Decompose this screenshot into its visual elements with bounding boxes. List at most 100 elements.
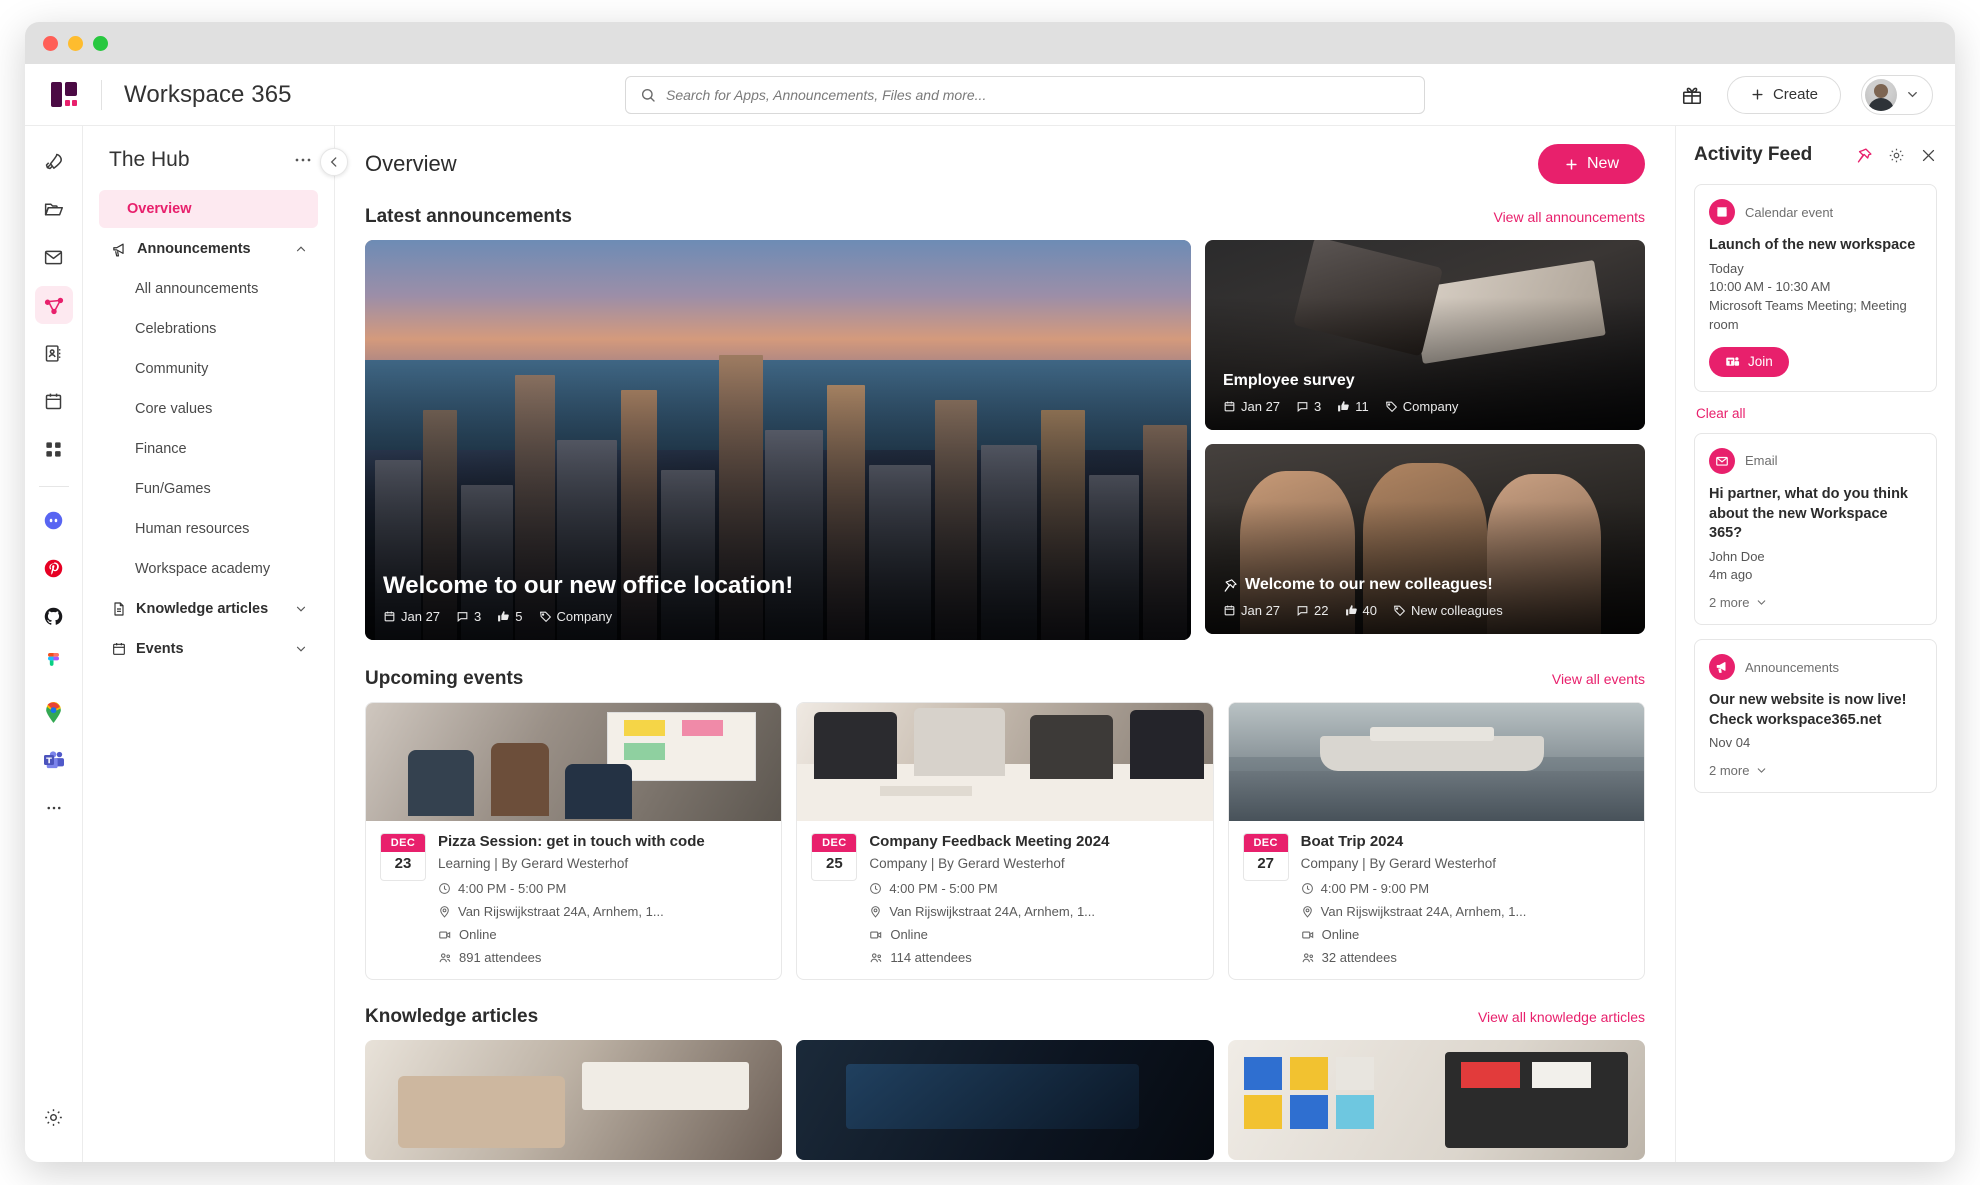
github-icon bbox=[43, 606, 64, 627]
rail-item-mail[interactable] bbox=[35, 238, 73, 276]
rail-app-figma[interactable] bbox=[35, 645, 73, 683]
sidebar-item-fun-games[interactable]: Fun/Games bbox=[99, 470, 318, 508]
rail-app-teams[interactable] bbox=[35, 741, 73, 779]
activity-card-calendar-event[interactable]: Calendar event Launch of the new workspa… bbox=[1694, 184, 1937, 392]
main-header: Overview New bbox=[365, 144, 1645, 184]
rail-more-button[interactable] bbox=[35, 789, 73, 827]
sidebar-item-label: Announcements bbox=[137, 241, 251, 257]
knowledge-card[interactable] bbox=[796, 1040, 1214, 1160]
sidebar-item-celebrations[interactable]: Celebrations bbox=[99, 310, 318, 348]
brand-divider bbox=[101, 79, 102, 110]
meta-date: Jan 27 bbox=[1223, 399, 1280, 414]
chevron-down-icon bbox=[294, 642, 308, 656]
event-time: 4:00 PM - 9:00 PM bbox=[1301, 881, 1630, 896]
activity-feed-title: Activity Feed bbox=[1694, 144, 1813, 165]
sidebar-item-community[interactable]: Community bbox=[99, 350, 318, 388]
event-month: DEC bbox=[1243, 834, 1288, 852]
window-maximize-button[interactable] bbox=[93, 35, 108, 51]
event-card[interactable]: DEC 25 Company Feedback Meeting 2024 Com… bbox=[796, 702, 1214, 980]
event-image bbox=[1228, 703, 1644, 821]
rail-item-apps[interactable] bbox=[35, 430, 73, 468]
close-icon[interactable] bbox=[1920, 147, 1937, 164]
new-button-label: New bbox=[1586, 155, 1619, 172]
activity-feed-actions bbox=[1856, 147, 1937, 164]
sidebar-item-knowledge-articles[interactable]: Knowledge articles bbox=[99, 590, 318, 628]
hub-menu-button[interactable] bbox=[294, 157, 312, 163]
sidebar-item-human-resources[interactable]: Human resources bbox=[99, 510, 318, 548]
rail-item-contacts[interactable] bbox=[35, 334, 73, 372]
search-input[interactable] bbox=[665, 86, 1410, 103]
clear-all-link[interactable]: Clear all bbox=[1696, 406, 1937, 421]
google-maps-icon bbox=[44, 701, 63, 723]
event-mode-label: Online bbox=[459, 927, 497, 942]
activity-card-title: Hi partner, what do you think about the … bbox=[1709, 485, 1908, 542]
rail-item-calendar[interactable] bbox=[35, 382, 73, 420]
announcement-card[interactable]: Employee survey Jan 27 3 11 Company bbox=[1205, 240, 1645, 430]
sidebar-item-overview[interactable]: Overview bbox=[99, 190, 318, 228]
comment-icon bbox=[1296, 400, 1309, 413]
event-date-badge: DEC 23 bbox=[380, 833, 426, 881]
chevron-left-icon bbox=[327, 155, 341, 169]
sidebar-item-finance[interactable]: Finance bbox=[99, 430, 318, 468]
search-box[interactable] bbox=[624, 75, 1425, 114]
meta-comments: 3 bbox=[456, 609, 481, 624]
show-more-toggle[interactable]: 2 more bbox=[1709, 595, 1922, 610]
event-time-label: 4:00 PM - 5:00 PM bbox=[458, 881, 567, 896]
create-button[interactable]: Create bbox=[1726, 75, 1841, 114]
hero-card-text: Welcome to our new office location! Jan … bbox=[383, 572, 1173, 624]
pin-icon[interactable] bbox=[1856, 147, 1873, 164]
window-close-button[interactable] bbox=[43, 35, 58, 51]
event-card[interactable]: DEC 27 Boat Trip 2024 Company | By Gerar… bbox=[1227, 702, 1645, 980]
sidebar-item-core-values[interactable]: Core values bbox=[99, 390, 318, 428]
view-all-knowledge-link[interactable]: View all knowledge articles bbox=[1478, 1009, 1645, 1025]
event-location: Van Rijswijkstraat 24A, Arnhem, 1... bbox=[1301, 904, 1630, 919]
event-subtitle: Company | By Gerard Westerhof bbox=[869, 856, 1065, 871]
gift-icon[interactable] bbox=[1677, 80, 1707, 110]
rail-app-github[interactable] bbox=[35, 597, 73, 635]
knowledge-card[interactable] bbox=[1227, 1040, 1645, 1160]
meta-likes-count: 40 bbox=[1362, 603, 1377, 618]
sidebar-item-all-announcements[interactable]: All announcements bbox=[99, 270, 318, 308]
announcement-hero-card[interactable]: Welcome to our new office location! Jan … bbox=[365, 240, 1191, 640]
view-all-announcements-link[interactable]: View all announcements bbox=[1493, 209, 1645, 225]
rail-item-social[interactable] bbox=[34, 286, 73, 324]
activity-card-line2: 4m ago bbox=[1709, 567, 1753, 583]
rail-app-discord[interactable] bbox=[35, 501, 73, 539]
event-body: DEC 27 Boat Trip 2024 Company | By Gerar… bbox=[1229, 821, 1644, 979]
location-pin-icon bbox=[438, 905, 451, 918]
activity-feed-header: Activity Feed bbox=[1694, 144, 1937, 166]
sidebar-item-workspace-academy[interactable]: Workspace academy bbox=[99, 550, 318, 588]
sidebar-item-events[interactable]: Events bbox=[99, 630, 318, 668]
activity-card-email[interactable]: Email Hi partner, what do you think abou… bbox=[1694, 432, 1937, 626]
rail-settings-button[interactable] bbox=[35, 1098, 73, 1136]
user-menu-button[interactable] bbox=[1861, 74, 1933, 115]
event-body: DEC 23 Pizza Session: get in touch with … bbox=[366, 821, 781, 979]
event-card[interactable]: DEC 23 Pizza Session: get in touch with … bbox=[365, 702, 783, 980]
meta-tag-label: Company bbox=[1402, 399, 1459, 414]
join-meeting-button[interactable]: Join bbox=[1709, 346, 1789, 377]
rail-app-pinterest[interactable] bbox=[35, 549, 73, 587]
show-more-toggle[interactable]: 2 more bbox=[1709, 763, 1922, 778]
announcement-card[interactable]: Welcome to our new colleagues! Jan 27 22… bbox=[1205, 444, 1645, 634]
sidebar-item-announcements[interactable]: Announcements bbox=[99, 230, 318, 268]
new-button[interactable]: New bbox=[1537, 144, 1645, 184]
gear-icon[interactable] bbox=[1888, 147, 1905, 164]
rail-item-rocket[interactable] bbox=[35, 142, 73, 180]
sidebar-item-label: Workspace academy bbox=[135, 561, 271, 577]
apps-grid-icon bbox=[44, 440, 63, 459]
workspace-logo-icon bbox=[51, 81, 79, 109]
view-all-events-link[interactable]: View all events bbox=[1552, 671, 1645, 687]
event-location-label: Van Rijswijkstraat 24A, Arnhem, 1... bbox=[1320, 904, 1527, 919]
activity-card-line1: Today bbox=[1709, 260, 1744, 276]
knowledge-card[interactable] bbox=[365, 1040, 783, 1160]
rail-app-google-maps[interactable] bbox=[35, 693, 73, 731]
window-minimize-button[interactable] bbox=[68, 35, 83, 51]
activity-card-header: Email bbox=[1709, 447, 1922, 474]
activity-card-announcements[interactable]: Announcements Our new website is now liv… bbox=[1694, 639, 1937, 794]
sidebar-item-label: Celebrations bbox=[135, 321, 217, 337]
search-area bbox=[373, 75, 1677, 114]
announcement-title-text: Welcome to our new colleagues! bbox=[1245, 576, 1493, 593]
sidebar-collapse-button[interactable] bbox=[320, 148, 348, 176]
rail-item-files[interactable] bbox=[35, 190, 73, 228]
calendar-icon bbox=[1709, 199, 1735, 225]
